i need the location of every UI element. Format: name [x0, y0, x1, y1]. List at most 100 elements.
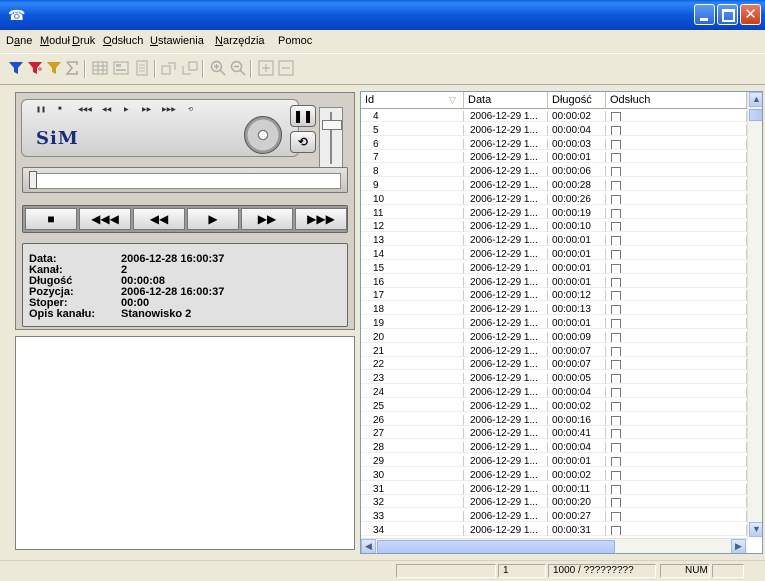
volume-slider[interactable] — [319, 107, 343, 169]
phone-icon[interactable]: ☎ — [8, 7, 25, 23]
forward-button[interactable]: ▶▶ — [241, 208, 293, 230]
menu-item[interactable]: Dane — [6, 35, 32, 47]
expand-icon[interactable] — [258, 60, 274, 76]
document-icon[interactable] — [134, 60, 150, 76]
forward-fast-button[interactable]: ▶▶▶ — [295, 208, 347, 230]
table-row[interactable]: 11 2006-12-29 1... 00:00:19 — [361, 207, 747, 219]
playback-checkbox[interactable] — [611, 512, 621, 522]
table-row[interactable]: 27 2006-12-29 1... 00:00:41 — [361, 428, 747, 440]
playback-checkbox[interactable] — [611, 250, 621, 259]
playback-checkbox[interactable] — [611, 181, 621, 190]
stop-button[interactable]: ■ — [25, 208, 77, 230]
table-row[interactable]: 21 2006-12-29 1... 00:00:07 — [361, 345, 747, 357]
playback-checkbox[interactable] — [611, 443, 621, 453]
horizontal-scroll-thumb[interactable] — [377, 540, 615, 553]
rewind-button[interactable]: ◀◀ — [133, 208, 185, 230]
scroll-left-icon[interactable]: ◀ — [361, 539, 376, 553]
playback-checkbox[interactable] — [611, 277, 621, 287]
menu-item[interactable]: Odsłuch — [103, 35, 143, 47]
column-header-id[interactable]: Id ▽ — [361, 92, 464, 108]
close-button[interactable]: ✕ — [740, 4, 761, 25]
filter-icon[interactable] — [8, 60, 24, 76]
table-row[interactable]: 29 2006-12-29 1... 00:00:01 — [361, 456, 747, 467]
menu-item[interactable]: Pomoc — [278, 35, 312, 47]
loop-button[interactable]: ⟲ — [290, 131, 316, 153]
playback-checkbox[interactable] — [611, 415, 621, 425]
maximize-button[interactable] — [717, 4, 738, 25]
rewind-fast-button[interactable]: ◀◀◀ — [79, 208, 131, 230]
vertical-scrollbar[interactable]: ▲ ▼ — [747, 92, 762, 537]
table-row[interactable]: 15 2006-12-29 1... 00:00:01 — [361, 262, 747, 274]
table-row[interactable]: 16 2006-12-29 1... 00:00:01 — [361, 276, 747, 288]
menu-item[interactable]: Narzędzia — [215, 35, 265, 47]
table-row[interactable]: 33 2006-12-29 1... 00:00:27 — [361, 511, 747, 523]
volume-slider-thumb[interactable] — [322, 120, 342, 130]
table-row[interactable]: 13 2006-12-29 1... 00:00:01 — [361, 235, 747, 247]
table-row[interactable]: 5 2006-12-29 1... 00:00:04 — [361, 124, 747, 136]
table-row[interactable]: 8 2006-12-29 1... 00:00:06 — [361, 166, 747, 178]
zoom-out-icon[interactable] — [230, 60, 246, 76]
filter-add-icon[interactable] — [27, 60, 43, 76]
table-row[interactable]: 19 2006-12-29 1... 00:00:01 — [361, 318, 747, 329]
grid-icon[interactable] — [92, 60, 108, 76]
playback-checkbox[interactable] — [611, 194, 621, 204]
playback-checkbox[interactable] — [611, 139, 621, 149]
playback-checkbox[interactable] — [611, 429, 621, 439]
column-header-date[interactable]: Data — [464, 92, 548, 108]
table-row[interactable]: 12 2006-12-29 1... 00:00:10 — [361, 221, 747, 233]
menu-item[interactable]: Ustawienia — [150, 35, 204, 47]
table-row[interactable]: 28 2006-12-29 1... 00:00:04 — [361, 442, 747, 454]
table-row[interactable]: 30 2006-12-29 1... 00:00:02 — [361, 469, 747, 481]
form-icon[interactable] — [113, 60, 129, 76]
playback-checkbox[interactable] — [611, 236, 621, 246]
playback-checkbox[interactable] — [611, 388, 621, 397]
minimize-button[interactable] — [694, 4, 715, 25]
playback-checkbox[interactable] — [611, 360, 621, 370]
table-row[interactable]: 17 2006-12-29 1... 00:00:12 — [361, 290, 747, 302]
column-header-length[interactable]: Długość — [548, 92, 606, 108]
column-header-playback[interactable]: Odsłuch — [606, 92, 747, 108]
playback-checkbox[interactable] — [611, 332, 621, 342]
notes-area[interactable] — [15, 336, 355, 550]
import-icon[interactable] — [182, 60, 198, 76]
menu-item[interactable]: Druk — [72, 35, 95, 47]
playback-checkbox[interactable] — [611, 208, 621, 218]
playback-checkbox[interactable] — [611, 470, 621, 480]
table-row[interactable]: 20 2006-12-29 1... 00:00:09 — [361, 331, 747, 343]
table-row[interactable]: 23 2006-12-29 1... 00:00:05 — [361, 373, 747, 385]
table-row[interactable]: 24 2006-12-29 1... 00:00:04 — [361, 387, 747, 398]
playback-checkbox[interactable] — [611, 346, 621, 356]
position-slider[interactable] — [29, 173, 341, 189]
playback-checkbox[interactable] — [611, 263, 621, 273]
table-row[interactable]: 32 2006-12-29 1... 00:00:20 — [361, 497, 747, 509]
table-row[interactable]: 25 2006-12-29 1... 00:00:02 — [361, 400, 747, 412]
table-row[interactable]: 7 2006-12-29 1... 00:00:01 — [361, 152, 747, 164]
scroll-up-icon[interactable]: ▲ — [749, 92, 762, 107]
table-row[interactable]: 6 2006-12-29 1... 00:00:03 — [361, 138, 747, 150]
playback-checkbox[interactable] — [611, 526, 621, 535]
table-row[interactable]: 4 2006-12-29 1... 00:00:02 — [361, 111, 747, 122]
horizontal-scrollbar[interactable]: ◀ ▶ — [361, 538, 747, 553]
playback-checkbox[interactable] — [611, 112, 621, 121]
title-bar[interactable]: ☎ ✕ — [0, 0, 765, 30]
table-row[interactable]: 9 2006-12-29 1... 00:00:28 — [361, 180, 747, 191]
scroll-right-icon[interactable]: ▶ — [731, 539, 746, 553]
playback-checkbox[interactable] — [611, 167, 621, 177]
sigma-icon[interactable] — [64, 60, 80, 76]
play-button[interactable]: ▶ — [187, 208, 239, 230]
table-row[interactable]: 10 2006-12-29 1... 00:00:26 — [361, 193, 747, 205]
zoom-in-icon[interactable] — [210, 60, 226, 76]
playback-checkbox[interactable] — [611, 457, 621, 466]
table-row[interactable]: 14 2006-12-29 1... 00:00:01 — [361, 249, 747, 260]
position-slider-thumb[interactable] — [29, 171, 37, 189]
table-row[interactable]: 22 2006-12-29 1... 00:00:07 — [361, 359, 747, 371]
menu-item[interactable]: Moduł — [40, 35, 70, 47]
table-row[interactable]: 34 2006-12-29 1... 00:00:31 — [361, 525, 747, 536]
playback-checkbox[interactable] — [611, 222, 621, 232]
playback-checkbox[interactable] — [611, 374, 621, 384]
collapse-icon[interactable] — [278, 60, 294, 76]
vertical-scroll-thumb[interactable] — [749, 109, 762, 121]
playback-checkbox[interactable] — [611, 484, 621, 494]
filter-clear-icon[interactable] — [46, 60, 62, 76]
playback-checkbox[interactable] — [611, 305, 621, 315]
